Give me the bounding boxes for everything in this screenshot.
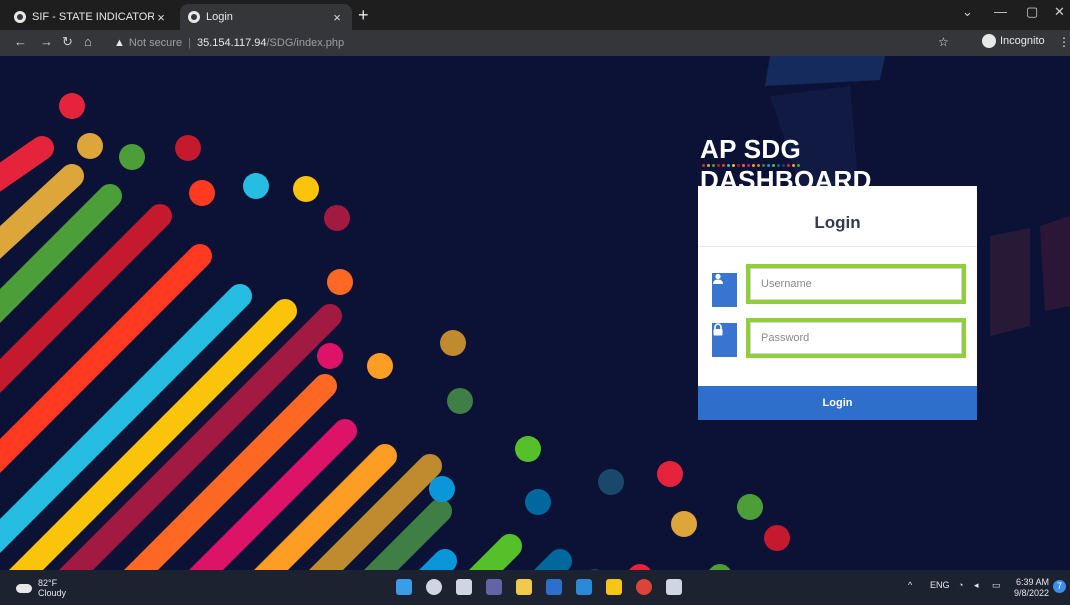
file-explorer-icon[interactable] bbox=[516, 579, 532, 595]
profile-label: Incognito bbox=[1000, 35, 1045, 47]
search-icon[interactable] bbox=[426, 579, 442, 595]
url-separator: | bbox=[188, 37, 191, 49]
incognito-profile[interactable]: Incognito bbox=[982, 34, 1045, 48]
sticky-notes-icon[interactable] bbox=[606, 579, 622, 595]
back-icon[interactable]: ← bbox=[14, 34, 27, 49]
taskbar-apps bbox=[396, 579, 682, 595]
home-icon[interactable]: ⌂ bbox=[84, 34, 92, 49]
reload-icon[interactable]: ↻ bbox=[62, 34, 73, 50]
brand-underline-dots bbox=[702, 164, 800, 167]
tray-overflow-icon[interactable]: ^ bbox=[908, 580, 912, 590]
mail-icon[interactable] bbox=[576, 579, 592, 595]
page-viewport: AP SDG DASHBOARD Login Login bbox=[0, 56, 1070, 570]
close-icon[interactable]: × bbox=[330, 10, 344, 25]
tab-title: Login bbox=[206, 11, 233, 23]
security-label: Not secure bbox=[128, 37, 183, 49]
app-icon[interactable] bbox=[666, 579, 682, 595]
globe-icon bbox=[14, 11, 26, 23]
tab-search-icon[interactable]: ⌄ bbox=[962, 4, 973, 20]
task-view-icon[interactable] bbox=[456, 579, 472, 595]
forward-icon[interactable]: → bbox=[40, 34, 53, 49]
notification-badge[interactable]: 7 bbox=[1053, 580, 1066, 593]
username-input[interactable] bbox=[750, 268, 962, 300]
restore-icon[interactable]: ▢ bbox=[1026, 4, 1038, 20]
wifi-icon[interactable]: ◔ bbox=[958, 580, 963, 590]
minimize-icon[interactable]: — bbox=[994, 4, 1007, 19]
user-icon bbox=[712, 273, 737, 307]
battery-icon[interactable]: ▭ bbox=[992, 580, 1001, 591]
login-card: Login Login bbox=[698, 186, 977, 420]
lock-icon bbox=[712, 323, 737, 357]
tab-login[interactable]: Login × bbox=[180, 4, 352, 30]
close-icon[interactable]: × bbox=[154, 10, 168, 25]
tab-strip: SIF - STATE INDICATOR MONITO × Login × +… bbox=[0, 0, 1070, 30]
chrome-icon[interactable] bbox=[636, 579, 652, 595]
taskbar: 82°F Cloudy ^ ENG ◔ ◂ ▭ 6:39 AM 9/8/2022… bbox=[0, 570, 1070, 605]
url-path: /SDG/index.php bbox=[266, 37, 345, 49]
menu-icon[interactable]: ⋮ bbox=[1058, 35, 1070, 49]
browser-toolbar: ← → ↻ ⌂ ▲ Not secure | 35.154.117.94 /SD… bbox=[0, 30, 1070, 56]
username-field-highlight bbox=[746, 264, 966, 304]
login-title: Login bbox=[698, 186, 977, 247]
weather-widget[interactable]: 82°F Cloudy bbox=[16, 578, 66, 598]
clock[interactable]: 6:39 AM 9/8/2022 bbox=[1014, 577, 1049, 599]
language-indicator[interactable]: ENG bbox=[930, 580, 950, 590]
volume-icon[interactable]: ◂ bbox=[974, 580, 979, 591]
weather-condition: Cloudy bbox=[38, 588, 67, 598]
cloud-icon bbox=[16, 583, 32, 593]
address-bar[interactable]: ▲ Not secure | 35.154.117.94 /SDG/index.… bbox=[114, 33, 944, 53]
start-icon[interactable] bbox=[396, 579, 412, 595]
incognito-icon bbox=[982, 34, 996, 48]
weather-temp: 82°F bbox=[38, 578, 58, 588]
window-close-icon[interactable]: ✕ bbox=[1054, 4, 1065, 20]
password-field-highlight bbox=[746, 318, 966, 358]
login-button[interactable]: Login bbox=[698, 386, 977, 420]
tab-sif[interactable]: SIF - STATE INDICATOR MONITO × bbox=[6, 4, 176, 30]
password-input[interactable] bbox=[750, 322, 962, 354]
clock-date: 9/8/2022 bbox=[1014, 588, 1050, 598]
tab-title: SIF - STATE INDICATOR MONITO bbox=[32, 11, 154, 23]
url-host: 35.154.117.94 bbox=[196, 37, 267, 49]
chat-icon[interactable] bbox=[486, 579, 502, 595]
clock-time: 6:39 AM bbox=[1016, 577, 1050, 587]
store-icon[interactable] bbox=[546, 579, 562, 595]
star-icon[interactable]: ☆ bbox=[938, 35, 949, 49]
warning-icon: ▲ bbox=[114, 37, 125, 49]
globe-icon bbox=[188, 11, 200, 23]
new-tab-button[interactable]: + bbox=[358, 6, 369, 24]
